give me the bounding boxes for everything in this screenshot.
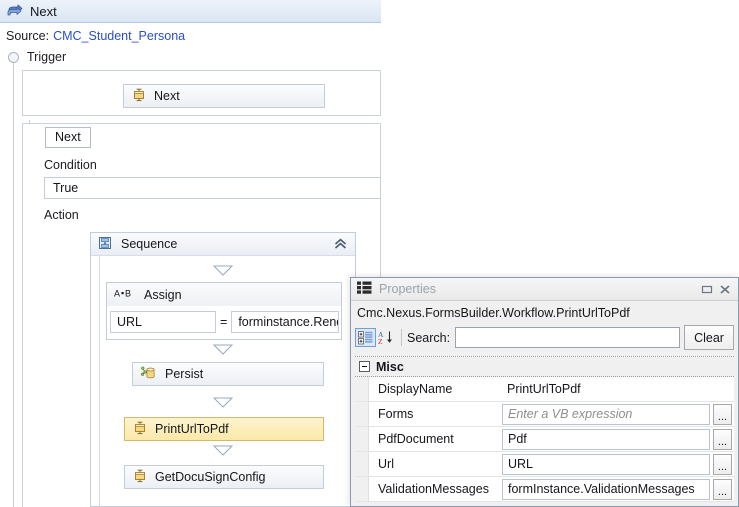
row-gutter bbox=[355, 402, 369, 426]
row-gutter bbox=[355, 377, 369, 401]
property-value-input[interactable]: formInstance.ValidationMessages bbox=[502, 479, 710, 500]
sequence-rail bbox=[99, 256, 100, 507]
collapse-category-icon[interactable] bbox=[359, 361, 370, 372]
property-name: PdfDocument bbox=[369, 432, 500, 446]
property-value-cell[interactable]: formInstance.ValidationMessages ... bbox=[500, 477, 734, 501]
row-gutter bbox=[355, 427, 369, 451]
workflow-designer-canvas: Next Source: CMC_Student_Persona Trigger… bbox=[0, 0, 381, 507]
condition-label: Condition bbox=[44, 158, 97, 172]
alphabetical-sort-icon[interactable]: A Z bbox=[376, 328, 397, 347]
svg-text:Z: Z bbox=[378, 337, 383, 345]
source-row: Source: CMC_Student_Persona bbox=[0, 24, 381, 48]
maximize-icon[interactable] bbox=[698, 281, 716, 298]
properties-subtitle: Cmc.Nexus.FormsBuilder.Workflow.PrintUrl… bbox=[351, 301, 738, 324]
next-arrow-icon bbox=[7, 4, 23, 18]
property-name: Url bbox=[369, 457, 500, 471]
source-value-link[interactable]: CMC_Student_Persona bbox=[53, 29, 185, 43]
search-input[interactable] bbox=[455, 327, 680, 348]
property-value: PrintUrlToPdf bbox=[502, 382, 581, 396]
clear-button[interactable]: Clear bbox=[684, 325, 734, 350]
activity-chip-printurltopdf[interactable]: PrintUrlToPdf bbox=[124, 417, 324, 441]
trigger-label: Trigger bbox=[27, 50, 66, 64]
down-triangle-connector-icon bbox=[213, 344, 233, 355]
sequence-icon bbox=[98, 236, 112, 253]
condition-expression-input[interactable]: True bbox=[44, 177, 381, 199]
property-value-cell[interactable]: Enter a VB expression ... bbox=[500, 402, 734, 426]
ellipsis-button[interactable]: ... bbox=[713, 404, 732, 425]
assign-value-input[interactable]: forminstance.Renc bbox=[231, 311, 339, 333]
property-value-input[interactable]: URL bbox=[502, 454, 710, 475]
property-name: DisplayName bbox=[369, 382, 500, 396]
property-name: Forms bbox=[369, 407, 500, 421]
properties-grid-icon bbox=[357, 281, 372, 297]
persist-icon bbox=[141, 366, 157, 383]
grid-category-misc[interactable]: Misc bbox=[355, 357, 734, 377]
workflow-header: Next bbox=[0, 0, 381, 23]
activity-icon bbox=[133, 421, 147, 438]
svg-text:A: A bbox=[114, 289, 120, 299]
assign-operator: = bbox=[220, 315, 227, 329]
property-value-cell[interactable]: PrintUrlToPdf bbox=[500, 377, 734, 401]
properties-titlebar[interactable]: Properties bbox=[351, 278, 738, 301]
property-value-input[interactable]: Enter a VB expression bbox=[502, 404, 710, 425]
activity-chip-label: PrintUrlToPdf bbox=[155, 422, 229, 436]
activity-chip-getdocusignconfig[interactable]: GetDocuSignConfig bbox=[124, 465, 324, 489]
branch-next-button[interactable]: Next bbox=[45, 127, 91, 148]
row-gutter bbox=[355, 452, 369, 476]
activity-icon bbox=[133, 469, 147, 486]
categorized-view-icon[interactable] bbox=[355, 328, 376, 347]
trigger-rail bbox=[13, 62, 14, 507]
activity-chip-label: GetDocuSignConfig bbox=[155, 470, 265, 484]
down-triangle-connector-icon bbox=[213, 445, 233, 456]
svg-text:B: B bbox=[125, 289, 131, 299]
table-row[interactable]: DisplayName PrintUrlToPdf bbox=[355, 377, 734, 402]
table-row[interactable]: Forms Enter a VB expression ... bbox=[355, 402, 734, 427]
table-row[interactable]: PdfDocument Pdf ... bbox=[355, 427, 734, 452]
assign-label: Assign bbox=[144, 288, 182, 302]
property-value-input[interactable]: Pdf bbox=[502, 429, 710, 450]
assign-header[interactable]: A B Assign bbox=[107, 283, 341, 306]
source-label: Source: bbox=[6, 29, 49, 43]
trigger-dot-icon bbox=[8, 52, 19, 63]
trigger-row[interactable]: Trigger bbox=[8, 50, 66, 64]
workflow-title: Next bbox=[30, 4, 57, 19]
toolbar-separator bbox=[401, 329, 402, 346]
search-label: Search: bbox=[407, 331, 450, 345]
activity-chip-next[interactable]: Next bbox=[123, 84, 325, 108]
properties-toolbar: A Z Search: Clear bbox=[351, 324, 738, 351]
activity-chip-label: Persist bbox=[165, 367, 203, 381]
activity-icon bbox=[132, 88, 146, 105]
activity-chip-persist[interactable]: Persist bbox=[132, 362, 324, 386]
table-row[interactable]: ValidationMessages formInstance.Validati… bbox=[355, 477, 734, 502]
property-value-cell[interactable]: Pdf ... bbox=[500, 427, 734, 451]
row-gutter bbox=[355, 477, 369, 501]
action-label: Action bbox=[44, 208, 79, 222]
assign-expression-row: URL = forminstance.Renc bbox=[110, 311, 339, 333]
double-chevron-up-icon[interactable] bbox=[332, 236, 349, 252]
close-icon[interactable] bbox=[716, 281, 734, 298]
properties-window: Properties Cmc.Nexus.FormsBuilder.Workfl… bbox=[350, 277, 739, 507]
sequence-header[interactable]: Sequence bbox=[91, 233, 355, 256]
properties-grid: Misc DisplayName PrintUrlToPdf Forms Ent… bbox=[355, 356, 734, 502]
assign-to-input[interactable]: URL bbox=[110, 311, 216, 333]
grid-category-label: Misc bbox=[376, 360, 404, 374]
assign-ab-icon: A B bbox=[114, 287, 136, 302]
ellipsis-button[interactable]: ... bbox=[713, 429, 732, 450]
properties-window-title: Properties bbox=[379, 282, 698, 296]
property-name: ValidationMessages bbox=[369, 482, 500, 496]
sequence-label: Sequence bbox=[121, 237, 177, 251]
down-triangle-connector-icon bbox=[213, 397, 233, 408]
ellipsis-button[interactable]: ... bbox=[713, 454, 732, 475]
activity-chip-label: Next bbox=[154, 89, 180, 103]
down-triangle-connector-icon bbox=[213, 265, 233, 276]
table-row[interactable]: Url URL ... bbox=[355, 452, 734, 477]
ellipsis-button[interactable]: ... bbox=[713, 479, 732, 500]
property-value-cell[interactable]: URL ... bbox=[500, 452, 734, 476]
